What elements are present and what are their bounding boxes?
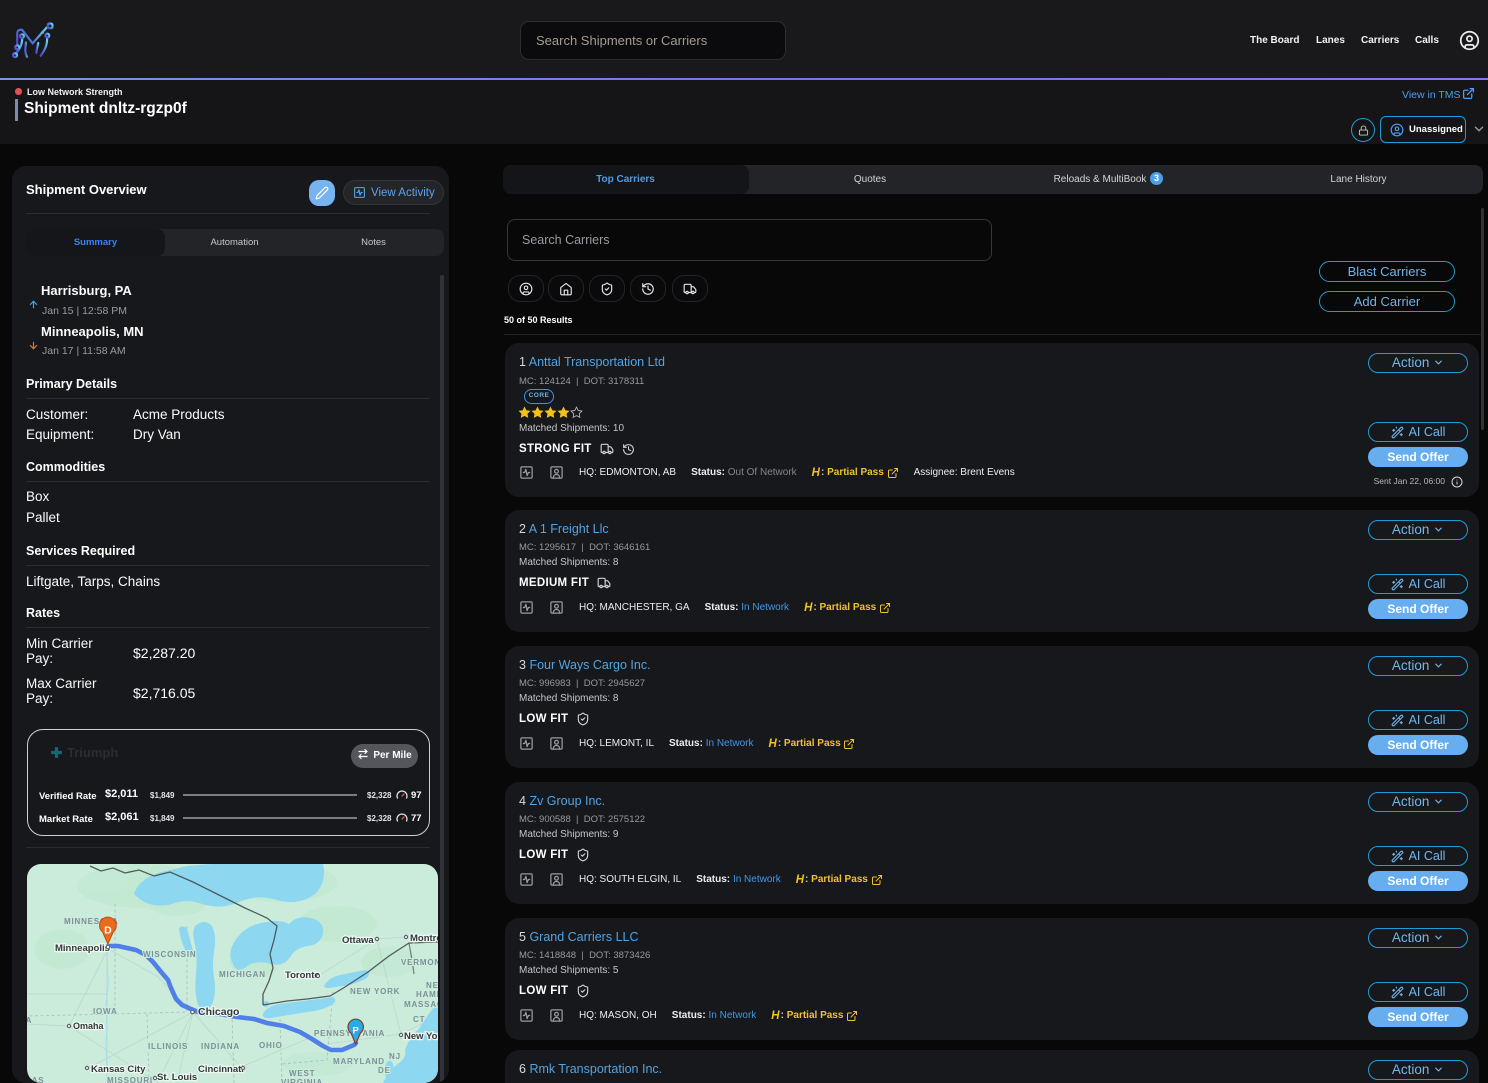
svg-text:NE: NE [426,981,438,990]
svg-text:VERMONT: VERMONT [401,958,438,967]
svg-text:VIRGINIA: VIRGINIA [281,1078,323,1083]
svg-text:New Yor: New Yor [404,1031,438,1042]
svg-text:MASSACH: MASSACH [404,1000,438,1009]
svg-text:NSAS: NSAS [27,1076,44,1083]
svg-text:INDIANA: INDIANA [201,1042,240,1051]
svg-text:DE: DE [378,1066,391,1075]
svg-text:NEW YORK: NEW YORK [350,987,400,996]
svg-text:Cincinnati: Cincinnati [198,1064,244,1075]
svg-text:WISCONSIN: WISCONSIN [143,950,196,959]
svg-text:HAMPS: HAMPS [416,990,438,999]
svg-text:ILLINOIS: ILLINOIS [148,1042,188,1051]
svg-text:OHIO: OHIO [259,1041,283,1050]
svg-text:MICHIGAN: MICHIGAN [219,970,266,979]
svg-text:St. Louis: St. Louis [157,1072,197,1083]
svg-text:D: D [104,925,112,937]
svg-text:NJ: NJ [389,1052,401,1061]
svg-text:KA: KA [27,1016,32,1025]
svg-text:Minneapolis: Minneapolis [55,943,110,954]
svg-text:MARYLAND: MARYLAND [333,1057,385,1066]
svg-text:Toronto: Toronto [285,970,320,981]
svg-text:IOWA: IOWA [93,1007,118,1016]
svg-text:Ottawa: Ottawa [342,935,374,946]
svg-text:MISSOURI: MISSOURI [107,1076,153,1083]
svg-text:Omaha: Omaha [73,1021,105,1031]
svg-text:Montre: Montre [410,933,438,944]
svg-text:Chicago: Chicago [198,1006,239,1018]
svg-text:Kansas City: Kansas City [91,1064,146,1075]
svg-text:P: P [353,1026,360,1037]
svg-text:CT: CT [413,1015,425,1024]
svg-text:WEST: WEST [289,1069,315,1078]
